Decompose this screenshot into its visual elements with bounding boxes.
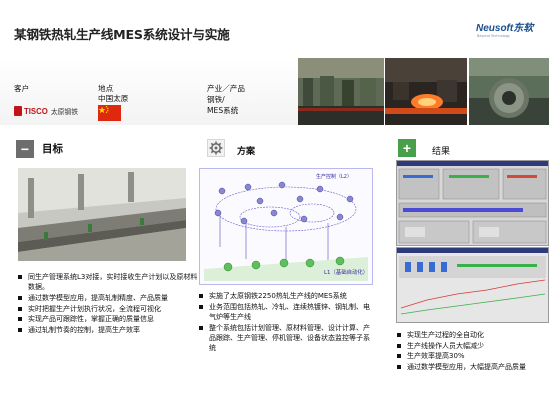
list-item: 业务范围包括热轧、冷轧、连续热镀锌、钢轧制、电气炉等生产线 [199, 302, 374, 322]
list-item: 生产线操作人员大幅减少 [397, 341, 547, 351]
goal-bullet-list: 同生产管理系统L3对接，实时接收生产计划以及原材料数据。 通过数学模型应用，提高… [18, 272, 198, 336]
list-item: 同生产管理系统L3对接，实时接收生产计划以及原材料数据。 [18, 272, 198, 292]
product-value: MES系统 [207, 106, 239, 115]
hmi-screenshot-top [396, 160, 549, 246]
result-title: 结果 [432, 147, 451, 157]
list-item: 实现产品可跟踪性，掌握正确的质量信息 [18, 314, 198, 324]
client-logo: TISCO 太原钢铁 [14, 105, 78, 117]
hot-strip-photo [385, 58, 467, 125]
industry-value: 钢铁/ [207, 95, 225, 104]
location-value: 中国太原 [98, 94, 129, 103]
list-item: 通过轧制节奏的控制，提高生产效率 [18, 325, 198, 335]
tisco-mark-icon [14, 106, 22, 116]
plus-icon: + [398, 139, 416, 157]
list-item: 通过数学模型应用，大幅提高产品质量 [397, 362, 547, 372]
brand-tagline: Beyond Technology [477, 34, 510, 38]
steel-coil-photo [469, 58, 549, 125]
list-item: 整个系统包括计划管理、原材料管理、设计计算、产品跟踪、生产管理、停机管理、设备状… [199, 323, 374, 354]
diagram-label-l1: L1（基础自动化） [324, 270, 369, 276]
mill-hall-photo [298, 58, 384, 125]
minus-icon: − [16, 140, 34, 158]
location-label: 地点 [98, 84, 114, 93]
client-logo-text: TISCO [24, 106, 48, 116]
neusoft-logo: Neusoft东软 Beyond Technology [476, 19, 540, 41]
china-flag-icon [98, 105, 121, 121]
result-bullet-list: 实现生产过程的全自动化 生产线操作人员大幅减少 生产效率提高30% 通过数学模型… [397, 330, 547, 373]
client-name: 太原钢铁 [50, 108, 79, 116]
list-item: 生产效率提高30% [397, 351, 547, 361]
list-item: 实现生产过程的全自动化 [397, 330, 547, 340]
client-label: 客户 [14, 84, 30, 93]
goal-title: 目标 [42, 143, 63, 155]
system-architecture-diagram: 生产控制（L2） L1（基础自动化） [199, 168, 373, 285]
gear-icon [207, 139, 225, 157]
page-title: 某钢铁热轧生产线MES系统设计与实施 [14, 27, 230, 42]
hmi-screenshot-bottom [396, 247, 549, 323]
plan-title: 方案 [237, 147, 256, 157]
brand-name: Neusoft东软 [476, 23, 534, 34]
list-item: 通过数学模型应用，提高轧制精度、产品质量 [18, 293, 198, 303]
list-item: 实时把握生产计划执行状况，全流程可视化 [18, 304, 198, 314]
plan-bullet-list: 实施了太原钢铁2250热轧生产线的MES系统 业务范围包括热轧、冷轧、连续热镀锌… [199, 291, 374, 354]
list-item: 实施了太原钢铁2250热轧生产线的MES系统 [199, 291, 374, 301]
production-line-photo [18, 168, 186, 261]
diagram-label-l2: 生产控制（L2） [316, 174, 352, 180]
industry-label: 产业／产品 [207, 84, 245, 93]
